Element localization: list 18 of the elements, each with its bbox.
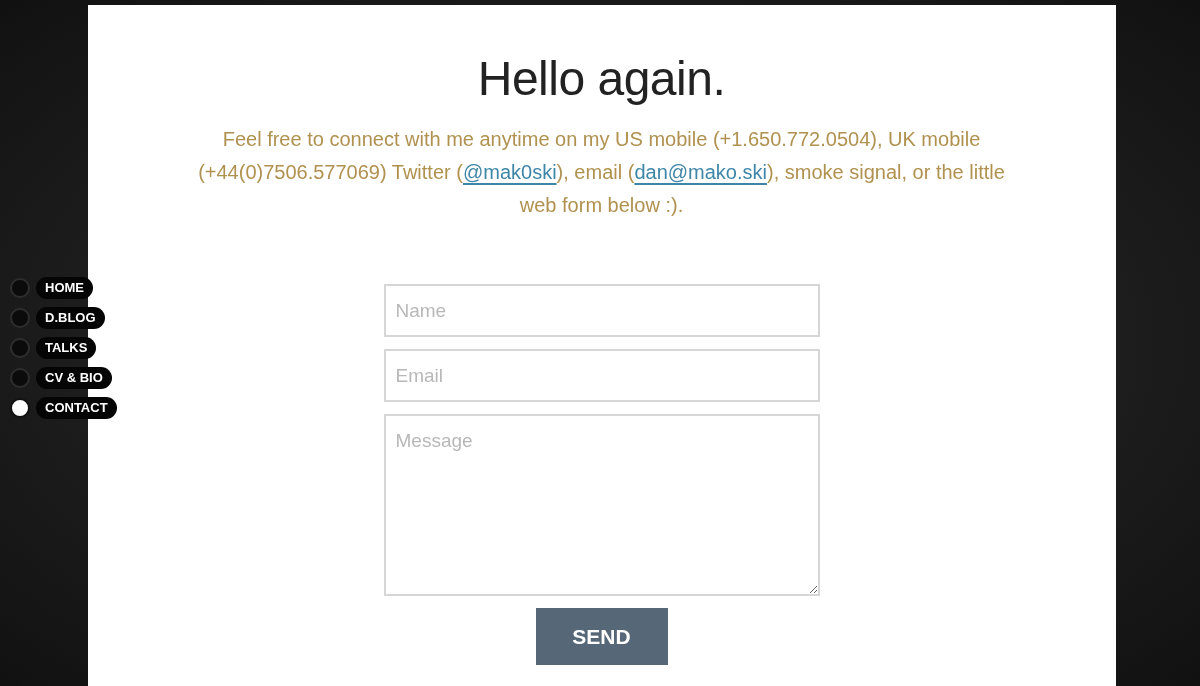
message-field[interactable]: Message xyxy=(383,414,820,596)
nav-link[interactable]: D.BLOG xyxy=(36,307,105,329)
nav-dot[interactable] xyxy=(10,308,30,328)
nav-link[interactable]: HOME xyxy=(36,277,93,299)
nav-link[interactable]: CV & BIO xyxy=(36,367,112,389)
nav-link[interactable]: CONTACT xyxy=(36,397,117,419)
nav-dot[interactable] xyxy=(10,278,30,298)
send-button[interactable]: SEND xyxy=(535,608,668,665)
nav-dot[interactable] xyxy=(10,398,30,418)
name-field[interactable]: Name xyxy=(383,284,820,337)
nav-dot[interactable] xyxy=(10,338,30,358)
intro-text: Feel free to connect with me anytime on my US mobile (+1.650.772.0504), UK mobile (+44(0)7506.577069) Twitter (@mak0ski), email (dan@mako.ski), smoke signal, or the little web form below :). xyxy=(197,127,1006,218)
inline-link[interactable]: @mak0ski xyxy=(462,161,557,183)
inline-link[interactable]: dan@mako.ski xyxy=(634,161,767,183)
email-field[interactable]: Email xyxy=(383,349,820,402)
page-heading: Hello again. xyxy=(477,51,726,107)
nav-dot[interactable] xyxy=(10,368,30,388)
nav-link[interactable]: TALKS xyxy=(36,337,97,359)
